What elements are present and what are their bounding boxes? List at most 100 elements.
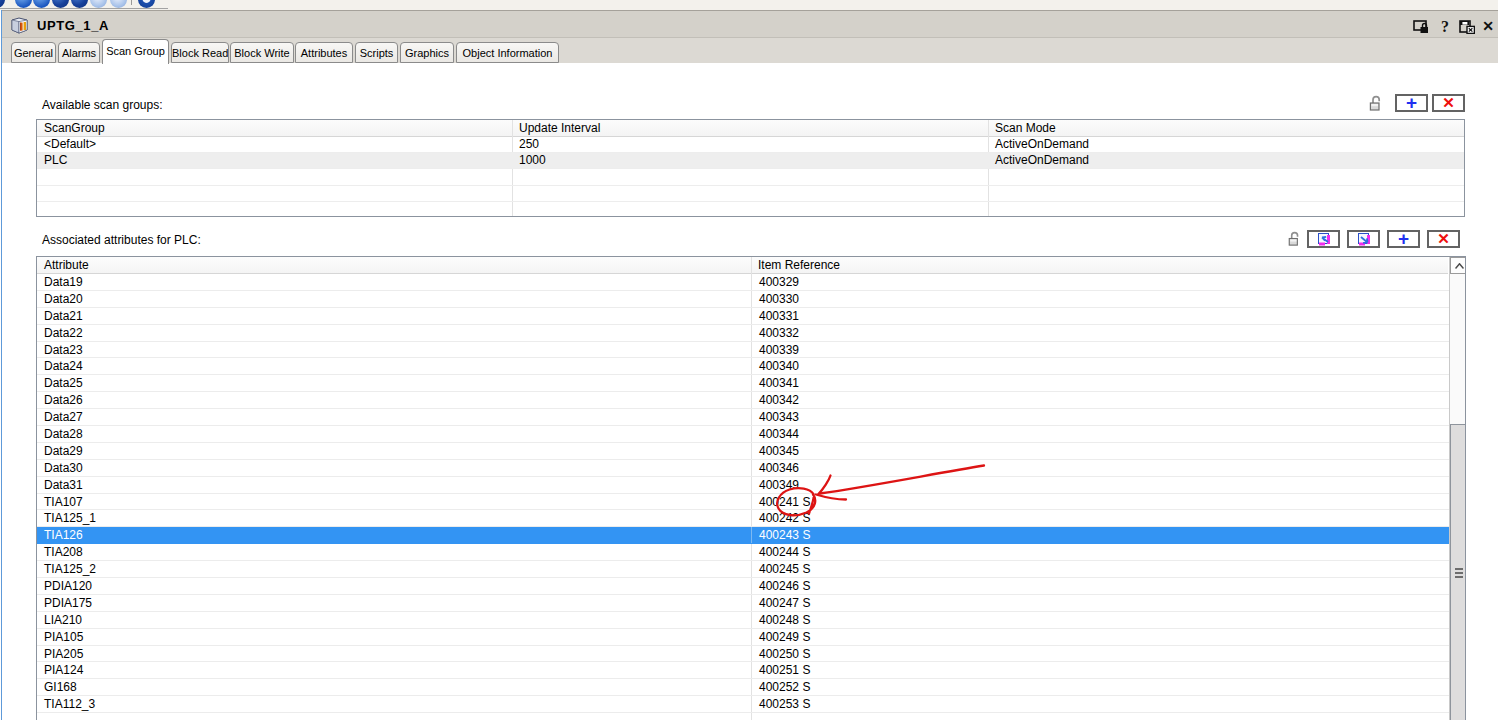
cell-item-reference: 400344: [751, 426, 1450, 442]
attribute-row-TIA125_1[interactable]: TIA125_1400242 S: [37, 510, 1450, 527]
cell-attribute: Data31: [37, 477, 751, 493]
attribute-row-Data20[interactable]: Data20400330: [37, 291, 1450, 308]
column-header-scan-mode[interactable]: Scan Mode: [988, 120, 1465, 137]
app-toolbar-icon-3[interactable]: [33, 0, 50, 8]
attribute-row-GI168[interactable]: GI168400252 S: [37, 679, 1450, 696]
associated-attributes-label: Associated attributes for PLC:: [42, 233, 201, 247]
lock-window-icon[interactable]: [1413, 20, 1429, 34]
save-and-close-icon[interactable]: [1459, 20, 1475, 34]
cell-item-reference: 400249 S: [751, 629, 1450, 645]
cell-item-reference: 400330: [751, 291, 1450, 307]
delete-attribute-button[interactable]: ✕: [1427, 230, 1460, 248]
attribute-row-TIA208[interactable]: TIA208400244 S: [37, 544, 1450, 561]
tab-object-information[interactable]: Object Information: [456, 42, 559, 63]
tab-attributes[interactable]: Attributes: [295, 42, 353, 63]
column-header-item-reference[interactable]: Item Reference: [751, 257, 1450, 274]
column-header-scangroup[interactable]: ScanGroup: [37, 120, 512, 137]
close-icon[interactable]: ✕: [1481, 20, 1495, 34]
attribute-row-Data25[interactable]: Data25400341: [37, 375, 1450, 392]
attribute-row-Data21[interactable]: Data21400331: [37, 308, 1450, 325]
cell-update-interval: [512, 202, 988, 217]
attribute-row-LIA210[interactable]: LIA210400248 S: [37, 612, 1450, 629]
attribute-row-PIA205[interactable]: PIA205400250 S: [37, 646, 1450, 663]
app-toolbar-icon-4[interactable]: [52, 0, 69, 8]
scan-group-row-empty[interactable]: [37, 186, 1464, 202]
window-title: UPTG_1_A: [37, 18, 109, 33]
tab-alarms[interactable]: Alarms: [58, 42, 100, 63]
tab-scan-group[interactable]: Scan Group: [102, 39, 169, 64]
tab-block-write[interactable]: Block Write: [230, 42, 294, 63]
scan-group-row-empty[interactable]: [37, 202, 1464, 217]
scan-group-row-PLC[interactable]: PLC1000ActiveOnDemand: [37, 153, 1464, 169]
cell-item-reference: 400251 S: [751, 662, 1450, 678]
app-toolbar-icon-7[interactable]: [110, 0, 127, 8]
attribute-row-Data28[interactable]: Data28400344: [37, 426, 1450, 443]
cell-attribute: Data23: [37, 342, 751, 358]
attribute-row-PDIA175[interactable]: PDIA175400247 S: [37, 595, 1450, 612]
unlock-icon-scan-groups: [1368, 95, 1385, 112]
attribute-row-TIA126[interactable]: TIA126400243 S: [37, 527, 1450, 544]
column-header-update-interval[interactable]: Update Interval: [512, 120, 988, 137]
cell-attribute: PIA124: [37, 662, 751, 678]
vertical-scrollbar[interactable]: [1449, 257, 1466, 720]
column-header-attribute[interactable]: Attribute: [37, 257, 751, 274]
cell-attribute: Data24: [37, 358, 751, 374]
attribute-row-TIA107[interactable]: TIA107400241 S: [37, 494, 1450, 511]
cell-scangroup: [37, 202, 512, 217]
cell-item-reference: 400243 S: [751, 527, 1450, 543]
cell-scangroup: [37, 169, 512, 184]
attribute-row-TIA125_2[interactable]: TIA125_2400245 S: [37, 561, 1450, 578]
toolbar-separator: [131, 0, 132, 5]
scan-group-row-<Default>[interactable]: <Default>250ActiveOnDemand: [37, 137, 1464, 153]
add-attribute-button[interactable]: +: [1387, 230, 1420, 248]
cell-item-reference: 400246 S: [751, 578, 1450, 594]
cell-attribute: Data21: [37, 308, 751, 324]
attribute-row-PIA105[interactable]: PIA105400249 S: [37, 629, 1450, 646]
scan-group-row-empty[interactable]: [37, 169, 1464, 185]
tab-scripts[interactable]: Scripts: [355, 42, 398, 63]
add-scan-group-button[interactable]: +: [1395, 94, 1428, 112]
cell-attribute: PDIA120: [37, 578, 751, 594]
cell-attribute: GI168: [37, 679, 751, 695]
thumb-grip: [1455, 568, 1463, 570]
attribute-row-Data31[interactable]: Data31400349: [37, 477, 1450, 494]
cell-attribute: TIA125_1: [37, 510, 751, 526]
cell-attribute: Data20: [37, 291, 751, 307]
attribute-row-Data23[interactable]: Data23400339: [37, 342, 1450, 359]
attribute-row-Data26[interactable]: Data26400342: [37, 392, 1450, 409]
cell-item-reference: 400340: [751, 358, 1450, 374]
delete-scan-group-button[interactable]: ✕: [1432, 94, 1465, 112]
cell-update-interval: [512, 169, 988, 184]
scrollbar-thumb[interactable]: [1450, 424, 1466, 720]
app-toolbar-icon-8[interactable]: [138, 0, 155, 8]
attribute-row-PIA124[interactable]: PIA124400251 S: [37, 662, 1450, 679]
app-toolbar-icon-1[interactable]: [0, 0, 5, 8]
attribute-row-Data30[interactable]: Data30400346: [37, 460, 1450, 477]
attribute-row-Data29[interactable]: Data29400345: [37, 443, 1450, 460]
attribute-row-TIA112_3[interactable]: TIA112_3400253 S: [37, 696, 1450, 713]
cell-attribute: PIA105: [37, 629, 751, 645]
tab-graphics[interactable]: Graphics: [400, 42, 454, 63]
tab-general[interactable]: General: [11, 42, 56, 63]
attribute-row-PDIA120[interactable]: PDIA120400246 S: [37, 578, 1450, 595]
attribute-row-Data24[interactable]: Data24400340: [37, 358, 1450, 375]
scroll-up-button[interactable]: [1450, 257, 1466, 274]
help-icon[interactable]: ?: [1439, 20, 1451, 34]
cell-scangroup: PLC: [37, 153, 512, 168]
tab-block-read[interactable]: Block Read: [171, 42, 229, 63]
attribute-row-Data19[interactable]: Data19400329: [37, 274, 1450, 291]
attribute-row-Data22[interactable]: Data22400332: [37, 325, 1450, 342]
app-toolbar-icon-2[interactable]: [15, 0, 32, 8]
attribute-row-Data27[interactable]: Data27400343: [37, 409, 1450, 426]
cell-item-reference: 400250 S: [751, 646, 1450, 662]
cell-attribute: Data22: [37, 325, 751, 341]
available-scan-groups-label: Available scan groups:: [42, 98, 163, 112]
app-toolbar-icon-5[interactable]: [71, 0, 88, 8]
cell-attribute: TIA112_3: [37, 696, 751, 712]
app-toolbar-icon-6[interactable]: [90, 0, 107, 8]
import-attributes-button[interactable]: [1307, 230, 1340, 248]
red-x-icon: ✕: [1429, 232, 1458, 246]
export-attributes-button[interactable]: [1347, 230, 1380, 248]
cell-item-reference: 400339: [751, 342, 1450, 358]
plus-icon: +: [1397, 96, 1426, 110]
